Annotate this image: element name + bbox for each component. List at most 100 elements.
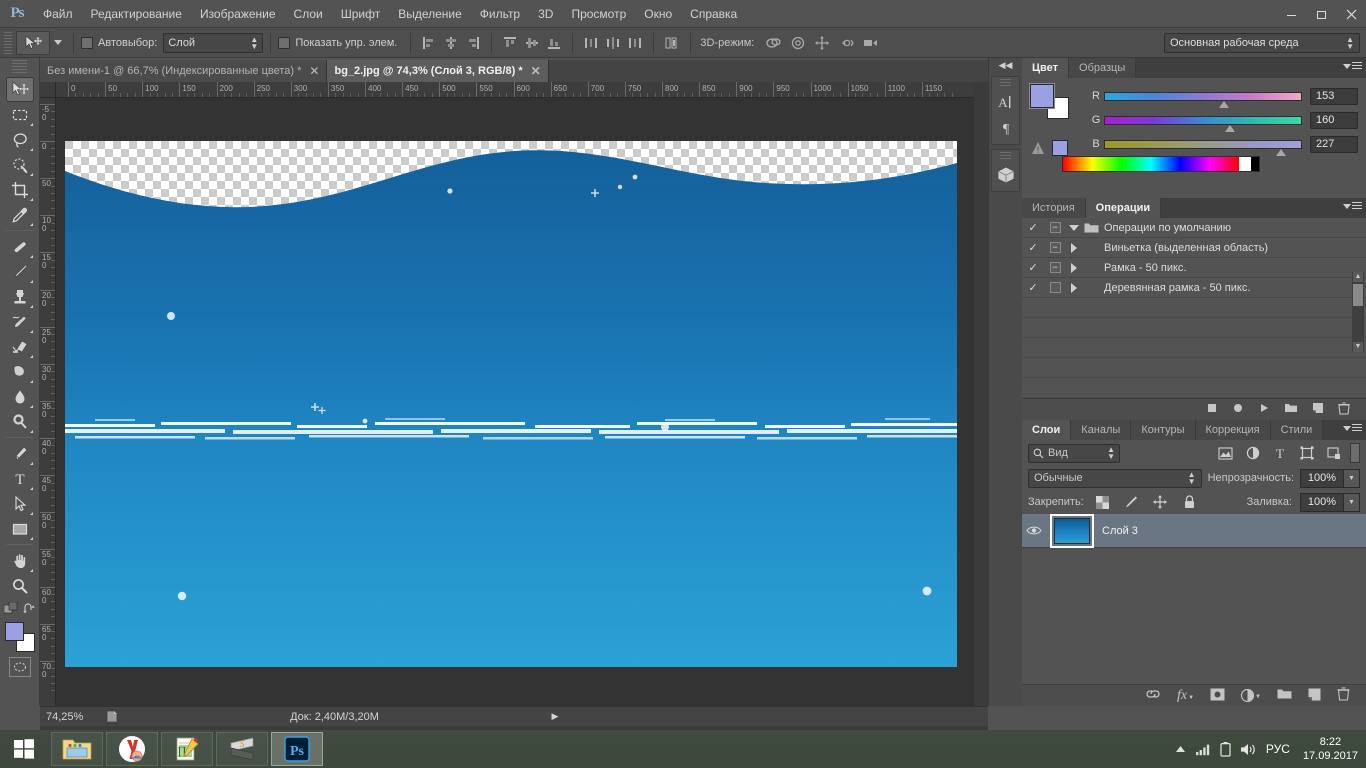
slider-thumb[interactable] xyxy=(1218,100,1229,108)
battery-icon[interactable] xyxy=(1220,741,1231,757)
layers-panel-menu-icon[interactable] xyxy=(1343,424,1362,432)
group-grip[interactable] xyxy=(1000,79,1011,88)
layer-filter-select[interactable]: Вид ▲ ▼ xyxy=(1028,443,1120,463)
chevron-down-icon[interactable] xyxy=(1066,224,1082,231)
align-left-edges-icon[interactable] xyxy=(418,32,440,54)
taskbar-notepad-plus-plus[interactable]: ∏+ xyxy=(161,732,213,766)
color-spectrum-bar[interactable] xyxy=(1062,156,1260,172)
distribute-left-edges-icon[interactable] xyxy=(580,32,602,54)
color-channel-value[interactable]: 153 xyxy=(1310,87,1358,105)
language-indicator[interactable]: РУС xyxy=(1266,742,1290,756)
action-row[interactable]: ✓ − Операции по умолчанию xyxy=(1022,218,1366,238)
autoselect-checkbox[interactable] xyxy=(81,36,93,49)
fx-icon[interactable]: fx ▼ xyxy=(1177,688,1194,704)
ruler-corner[interactable] xyxy=(40,82,56,98)
gradient-tool[interactable] xyxy=(6,359,34,384)
network-icon[interactable] xyxy=(1195,742,1211,756)
path-selection-tool[interactable] xyxy=(6,491,34,516)
action-row[interactable]: ✓ − Виньетка (выделенная область) xyxy=(1022,238,1366,258)
layer-row[interactable]: Слой 3 xyxy=(1022,513,1366,548)
action-enabled-checkbox[interactable]: ✓ xyxy=(1022,281,1044,294)
color-channel-value[interactable]: 227 xyxy=(1310,135,1358,153)
actions-scrollbar[interactable]: ▲ ▼ xyxy=(1352,272,1364,352)
clock[interactable]: 8:22 17.09.2017 xyxy=(1299,735,1358,763)
menu-выделение[interactable]: Выделение xyxy=(389,0,471,28)
menu-шрифт[interactable]: Шрифт xyxy=(332,0,389,28)
color-channel-slider[interactable] xyxy=(1104,139,1302,156)
volume-icon[interactable] xyxy=(1240,742,1257,757)
character-panel-icon[interactable]: A xyxy=(992,89,1020,115)
opacity-dropdown-icon[interactable]: ▼ xyxy=(1344,468,1360,488)
document-thumbnail-icon[interactable] xyxy=(102,710,122,723)
eyedropper-tool[interactable] xyxy=(6,202,34,227)
align-vertical-centers-icon[interactable] xyxy=(521,32,543,54)
menu-окно[interactable]: Окно xyxy=(635,0,681,28)
zoom-level[interactable]: 74,25% xyxy=(40,711,102,723)
group-grip[interactable] xyxy=(1000,152,1011,161)
rectangular-marquee-tool[interactable] xyxy=(6,102,34,127)
slider-thumb[interactable] xyxy=(1276,148,1287,156)
type-filter-icon[interactable]: T xyxy=(1269,443,1290,463)
slider-thumb[interactable] xyxy=(1224,124,1235,132)
paragraph-panel-icon[interactable]: ¶ xyxy=(992,115,1020,141)
opacity-value[interactable]: 100% xyxy=(1300,468,1344,488)
3d-pan-icon[interactable] xyxy=(810,32,834,54)
layer-thumbnail[interactable] xyxy=(1050,513,1094,548)
color-channel-value[interactable]: 160 xyxy=(1310,111,1358,129)
lasso-tool[interactable] xyxy=(6,127,34,152)
action-row[interactable]: ✓ − Рамка - 50 пикс. xyxy=(1022,258,1366,278)
new-set-button[interactable] xyxy=(1284,402,1298,417)
status-menu-arrow-icon[interactable]: ▶ xyxy=(547,711,563,722)
action-dialog-toggle[interactable] xyxy=(1044,282,1066,293)
pen-tool[interactable] xyxy=(6,441,34,466)
menu-файл[interactable]: Файл xyxy=(34,0,82,28)
spot-healing-brush-tool[interactable] xyxy=(6,234,34,259)
dodge-tool[interactable] xyxy=(6,409,34,434)
action-row[interactable]: ✓ Деревянная рамка - 50 пикс. xyxy=(1022,278,1366,298)
quick-mask-toggle-icon[interactable] xyxy=(8,657,31,677)
maximize-button[interactable] xyxy=(1306,2,1336,26)
align-top-edges-icon[interactable] xyxy=(499,32,521,54)
align-right-edges-icon[interactable] xyxy=(462,32,484,54)
color-tab-0[interactable]: Цвет xyxy=(1022,58,1070,78)
align-horizontal-centers-icon[interactable] xyxy=(440,32,462,54)
taskbar-file-explorer[interactable] xyxy=(51,732,103,766)
expand-panels-icon[interactable]: ◀◀ xyxy=(989,58,1022,72)
actions-tab-0[interactable]: История xyxy=(1022,198,1086,218)
move-tool[interactable] xyxy=(5,77,34,102)
menu-просмотр[interactable]: Просмотр xyxy=(562,0,635,28)
eraser-tool[interactable] xyxy=(6,334,34,359)
default-colors-icon[interactable] xyxy=(3,602,18,616)
document-tab-close-icon[interactable]: ✕ xyxy=(309,64,319,78)
distribute-centers-icon[interactable] xyxy=(602,32,624,54)
swap-colors-icon[interactable] xyxy=(22,602,36,616)
action-dialog-toggle[interactable]: − xyxy=(1044,222,1066,233)
chevron-right-icon[interactable] xyxy=(1066,242,1082,253)
quick-selection-tool[interactable] xyxy=(6,152,34,177)
3d-orbit-icon[interactable] xyxy=(762,32,786,54)
distribute-spacing-icon[interactable] xyxy=(661,32,683,54)
menu-слои[interactable]: Слои xyxy=(285,0,332,28)
align-bottom-edges-icon[interactable] xyxy=(543,32,565,54)
color-panel-menu-icon[interactable] xyxy=(1343,62,1362,70)
menu-фильтр[interactable]: Фильтр xyxy=(471,0,529,28)
current-tool-preset-icon[interactable] xyxy=(16,30,50,55)
clone-stamp-tool[interactable] xyxy=(6,284,34,309)
document-tab[interactable]: bg_2.jpg @ 74,3% (Слой 3, RGB/8) * ✕ xyxy=(327,60,549,82)
color-tab-1[interactable]: Образцы xyxy=(1069,58,1137,78)
start-button[interactable] xyxy=(0,730,48,768)
layers-tab-1[interactable]: Каналы xyxy=(1071,420,1132,440)
hand-tool[interactable] xyxy=(6,548,34,573)
rectangle-tool[interactable] xyxy=(6,516,34,541)
3d-camera-icon[interactable] xyxy=(858,32,882,54)
layer-mask-icon[interactable] xyxy=(1210,688,1225,704)
smart-object-filter-icon[interactable] xyxy=(1323,443,1344,463)
taskbar-photoshop[interactable]: Ps xyxy=(271,732,323,766)
options-bar-grip[interactable] xyxy=(4,31,12,54)
lock-all-icon[interactable] xyxy=(1179,492,1200,512)
action-enabled-checkbox[interactable]: ✓ xyxy=(1022,241,1044,254)
delete-layer-icon[interactable] xyxy=(1337,687,1350,704)
foreground-color-swatch[interactable] xyxy=(4,622,24,641)
tool-preset-dropdown[interactable] xyxy=(50,40,66,45)
document-tab[interactable]: Без имени-1 @ 66,7% (Индексированные цве… xyxy=(40,60,328,82)
